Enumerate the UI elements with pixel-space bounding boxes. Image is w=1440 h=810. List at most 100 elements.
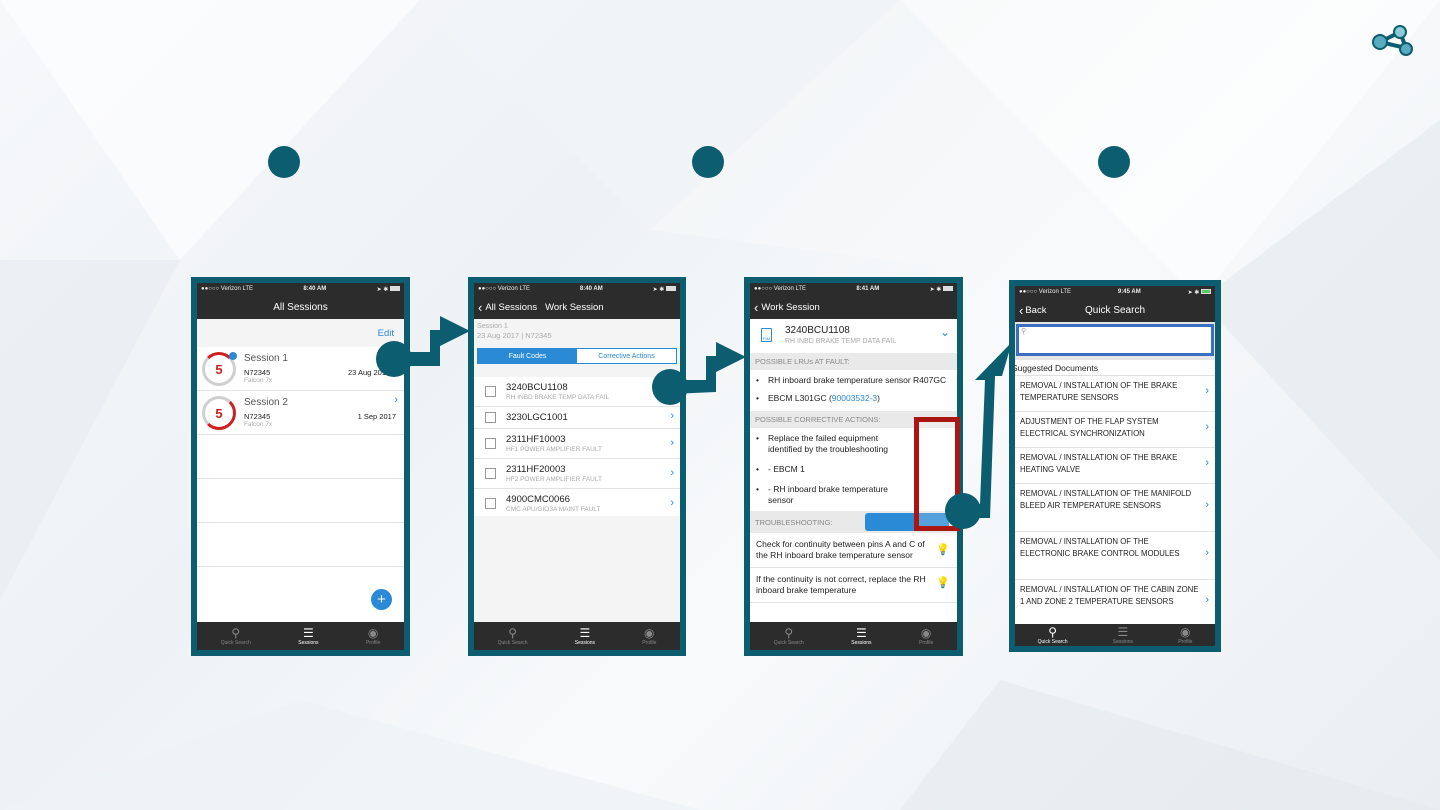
document-row[interactable]: REMOVAL / INSTALLATION OF THE CABIN ZONE… (1015, 580, 1215, 626)
fault-code: 2311HF10003 (506, 434, 566, 445)
fault-description: HF2 POWER AMPLIFIER FAULT (506, 476, 602, 483)
document-title: REMOVAL / INSTALLATION OF THE BRAKE HEAT… (1020, 453, 1178, 474)
session-row[interactable]: 5 Session 2 N72345 Falcon 7x 1 Sep 2017 … (197, 391, 404, 435)
phone-work-session: ●●○○○ Verizon LTE 8:40 AM ➤ ✱ ‹ All Sessi… (468, 277, 686, 656)
list-item: • EBCM L301GC (90003532-3) (756, 393, 881, 403)
fault-header[interactable]: FIM 3240BCU1108 RH INBD BRAKE TEMP DATA … (750, 319, 957, 353)
step-marker-2 (692, 146, 724, 178)
search-area: ⚲ (1015, 322, 1215, 360)
chevron-right-icon: › (670, 385, 674, 397)
tab-bar: ⚲ Quick Search ☰ Sessions ◉ Profile (750, 622, 957, 650)
edit-button[interactable]: Edit (378, 328, 394, 339)
fault-row[interactable]: 3240BCU1108 RH INBD BRAKE TEMP DATA FAIL › (474, 377, 680, 407)
chevron-right-icon: › (670, 497, 674, 509)
tab-sessions[interactable]: ☰ Sessions (1113, 624, 1133, 645)
checkbox[interactable] (485, 438, 496, 449)
fault-description: HF1 POWER AMPLIFIER FAULT (506, 446, 602, 453)
tab-quick-search[interactable]: ⚲ Quick Search (774, 625, 804, 646)
part-number-link[interactable]: 90003532-3 (832, 393, 877, 403)
search-icon: ⚲ (1021, 328, 1027, 335)
fault-row[interactable]: 2311HF20003 HF2 POWER AMPLIFIER FAULT › (474, 459, 680, 489)
session-row[interactable]: 5 Session 1 N72345 Falcon 7x 23 Aug 2017 (197, 347, 404, 391)
segment-fault-codes[interactable]: Fault Codes (478, 349, 577, 363)
search-input[interactable]: ⚲ (1016, 324, 1214, 356)
list-icon: ☰ (579, 625, 591, 640)
list-filler (474, 516, 680, 622)
document-list: REMOVAL / INSTALLATION OF THE BRAKE TEMP… (1015, 376, 1215, 626)
fault-code: 2311HF20003 (506, 464, 566, 475)
tab-profile[interactable]: ◉ Profile (919, 625, 933, 646)
brand-logo-icon (1372, 25, 1413, 56)
nav-bar: ‹ Back Quick Search (1015, 298, 1215, 322)
document-title: REMOVAL / INSTALLATION OF THE ELECTRONIC… (1020, 537, 1180, 558)
fault-row[interactable]: 3230LGC1001 › (474, 407, 680, 429)
empty-row (197, 479, 404, 523)
add-session-button[interactable]: + (371, 589, 392, 610)
checkbox[interactable] (485, 468, 496, 479)
profile-icon: ◉ (920, 625, 932, 640)
tab-quick-search[interactable]: ⚲ Quick Search (1038, 624, 1068, 645)
fault-row[interactable]: 2311HF10003 HF1 POWER AMPLIFIER FAULT › (474, 429, 680, 459)
phone-quick-search: ●●○○○ Verizon LTE 9:45 AM ➤ ✱ ‹ Back Quic… (1009, 280, 1221, 652)
fault-code: 3230LGC1001 (506, 412, 568, 423)
checkbox[interactable] (485, 412, 496, 423)
page-title: All Sessions (273, 301, 328, 313)
document-row[interactable]: REMOVAL / INSTALLATION OF THE BRAKE HEAT… (1015, 448, 1215, 484)
step-marker-3 (1098, 146, 1130, 178)
checkbox[interactable] (485, 498, 496, 509)
document-row[interactable]: ADJUSTMENT OF THE FLAP SYSTEM ELECTRICAL… (1015, 412, 1215, 448)
chevron-right-icon: › (670, 437, 674, 449)
step-marker-1 (268, 146, 300, 178)
tab-quick-search[interactable]: ⚲ Quick Search (221, 625, 251, 646)
chevron-right-icon: › (670, 410, 674, 422)
document-title: REMOVAL / INSTALLATION OF THE CABIN ZONE… (1020, 585, 1199, 606)
document-row[interactable]: REMOVAL / INSTALLATION OF THE ELECTRONIC… (1015, 532, 1215, 580)
back-button[interactable]: ‹ All Sessions (478, 300, 537, 315)
lru-section-header: POSSIBLE LRUs AT FAULT: (750, 353, 957, 370)
chevron-left-icon: ‹ (1019, 302, 1024, 318)
fault-code: 4900CMC0066 (506, 494, 570, 505)
tab-bar: ⚲ Quick Search ☰ Sessions ◉ Profile (1015, 624, 1215, 646)
phone-all-sessions: ●●○○○ Verizon LTE 8:40 AM ➤ ✱ All Sessio… (191, 277, 410, 656)
chevron-left-icon: ‹ (754, 299, 759, 315)
magnifier-icon: ⚲ (231, 625, 241, 640)
back-button[interactable]: ‹ Back (1019, 304, 1046, 317)
session-header: Session 1 23 Aug 2017 | N72345 Fault Cod… (474, 319, 680, 377)
nav-bar: ‹ Work Session (750, 295, 957, 319)
document-title: ADJUSTMENT OF THE FLAP SYSTEM ELECTRICAL… (1020, 417, 1159, 438)
tab-quick-search[interactable]: ⚲ Quick Search (498, 626, 528, 646)
document-title: REMOVAL / INSTALLATION OF THE MANIFOLD B… (1020, 489, 1192, 510)
document-title: REMOVAL / INSTALLATION OF THE BRAKE TEMP… (1020, 381, 1178, 402)
status-bar: ●●○○○ Verizon LTE 8:40 AM ➤ ✱ (197, 283, 404, 295)
tab-profile[interactable]: ◉ Profile (366, 626, 380, 646)
document-row[interactable]: REMOVAL / INSTALLATION OF THE MANIFOLD B… (1015, 484, 1215, 532)
fault-description: RH INBD BRAKE TEMP DATA FAIL (506, 394, 610, 401)
chevron-down-icon[interactable]: ⌄ (940, 325, 950, 339)
highlight-box (914, 417, 960, 531)
magnifier-icon: ⚲ (784, 625, 794, 640)
chevron-right-icon: › (1205, 594, 1209, 606)
segment-corrective-actions[interactable]: Corrective Actions (577, 349, 676, 363)
chevron-right-icon: › (670, 467, 674, 479)
troubleshooting-step[interactable]: If the continuity is not correct, replac… (750, 568, 957, 603)
page-title: Work Session (545, 301, 604, 313)
fault-row[interactable]: 4900CMC0066 CMC APU/GIO3A MAINT FAULT › (474, 489, 680, 519)
checkbox[interactable] (485, 386, 496, 397)
tab-sessions[interactable]: ☰ Sessions (298, 626, 318, 646)
chevron-left-icon: ‹ (478, 299, 483, 315)
list-icon: ☰ (1117, 624, 1129, 639)
tab-sessions[interactable]: ☰ Sessions (575, 625, 595, 646)
status-bar: ●●○○○ Verizon LTE 9:45 AM ➤ ✱ (1015, 286, 1215, 298)
chevron-right-icon: › (1205, 499, 1209, 511)
chevron-right-icon: › (1205, 421, 1209, 433)
troubleshooting-step[interactable]: Check for continuity between pins A and … (750, 533, 957, 568)
tab-sessions[interactable]: ☰ Sessions (851, 626, 871, 646)
fault-description: CMC APU/GIO3A MAINT FAULT (506, 506, 601, 513)
chevron-right-icon: › (1205, 385, 1209, 397)
magnifier-icon: ⚲ (1048, 624, 1057, 639)
tab-bar: ⚲ Quick Search ☰ Sessions ◉ Profile (474, 622, 680, 650)
tab-profile[interactable]: ◉ Profile (642, 626, 656, 646)
tab-profile[interactable]: ◉ Profile (1178, 625, 1192, 645)
document-row[interactable]: REMOVAL / INSTALLATION OF THE BRAKE TEMP… (1015, 376, 1215, 412)
back-button[interactable]: ‹ Work Session (754, 300, 820, 315)
